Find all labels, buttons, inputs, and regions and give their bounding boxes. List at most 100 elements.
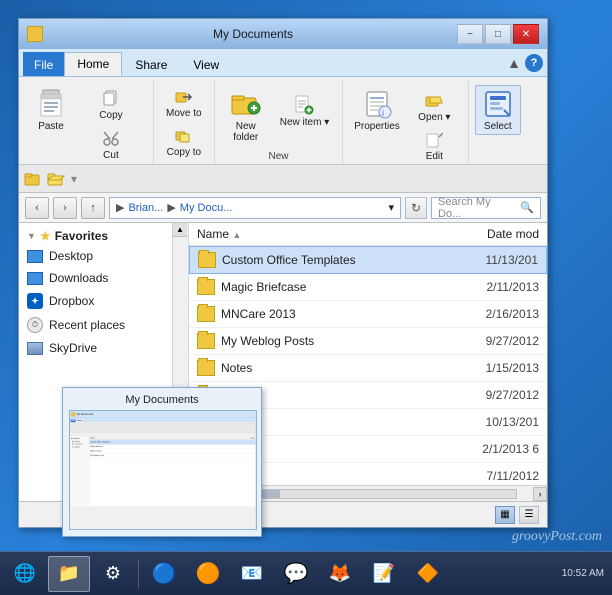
close-button[interactable]: ✕ — [513, 24, 539, 44]
nav-item-downloads[interactable]: Downloads — [19, 267, 172, 289]
tab-share[interactable]: Share — [122, 52, 180, 76]
skype-icon: 💬 — [284, 562, 308, 586]
window-controls: − □ ✕ — [457, 24, 539, 44]
tab-view[interactable]: View — [180, 52, 232, 76]
folder-open-icon[interactable] — [46, 169, 66, 189]
nav-item-downloads-label: Downloads — [49, 271, 108, 285]
watermark: groovyPost.com — [512, 529, 602, 545]
dropdown-arrow-icon[interactable]: ▾ — [69, 172, 79, 186]
nav-item-desktop[interactable]: Desktop — [19, 245, 172, 267]
taskbar-system-button[interactable]: ⚙ — [92, 556, 134, 592]
cut-button[interactable]: Cut — [75, 125, 147, 164]
new-item-button[interactable]: New item ▾ — [273, 89, 336, 133]
up-button[interactable]: ↑ — [81, 197, 105, 219]
taskbar-firefox-button[interactable]: 🦊 — [319, 556, 361, 592]
window-title: My Documents — [49, 27, 457, 41]
folder-icon — [198, 252, 216, 268]
copy-to-button[interactable]: Copy to — [160, 124, 208, 162]
ribbon-tabs: File Home Share View ▲ ? — [19, 49, 547, 77]
file-item[interactable]: MNCare 2013 2/16/2013 — [189, 301, 547, 328]
favorites-section[interactable]: ▼ ★ Favorites — [19, 223, 172, 245]
file-item[interactable]: Notes 1/15/2013 — [189, 355, 547, 382]
thumbnail-title: My Documents — [69, 394, 255, 406]
tab-file[interactable]: File — [23, 52, 64, 76]
copy-label: Copy — [99, 110, 122, 121]
file-item[interactable]: My Weblog Posts 9/27/2012 — [189, 328, 547, 355]
edit-label: Edit — [426, 151, 443, 162]
thumb-ribbon-content — [70, 422, 256, 433]
maximize-button[interactable]: □ — [485, 24, 511, 44]
file-item-name: My Weblog Posts — [221, 334, 453, 348]
column-name[interactable]: Name ▲ — [197, 227, 449, 241]
taskbar-vlc-button[interactable]: 🔶 — [407, 556, 449, 592]
tab-home[interactable]: Home — [64, 52, 122, 76]
nav-item-dropbox[interactable]: ✦ Dropbox — [19, 289, 172, 313]
properties-icon: i — [361, 88, 393, 120]
view-detail-button[interactable]: ▦ — [495, 506, 515, 524]
thumb-tab-file: File — [71, 419, 76, 422]
collapse-ribbon-icon[interactable]: ▲ — [507, 55, 521, 71]
taskbar-skype-button[interactable]: 💬 — [275, 556, 317, 592]
file-item[interactable]: Magic Briefcase 2/11/2013 — [189, 274, 547, 301]
paste-button[interactable]: Paste — [29, 85, 73, 135]
refresh-button[interactable]: ↻ — [405, 197, 427, 219]
copy-icon — [101, 88, 121, 108]
select-button[interactable]: Select — [475, 85, 521, 135]
nav-item-recent[interactable]: ⏱ Recent places — [19, 313, 172, 337]
nav-scroll-up-button[interactable]: ▲ — [173, 223, 187, 237]
file-item-date: 1/15/2013 — [459, 361, 539, 375]
properties-button[interactable]: i Properties — [349, 85, 405, 135]
thumb-col-date: Date — [251, 437, 255, 439]
column-date: Date mod — [449, 227, 539, 241]
copy-button[interactable]: Copy — [75, 85, 147, 124]
thumbnail-inner: My Documents File Home ★ Favorites ■ Des… — [70, 411, 256, 530]
explorer-icon: 📁 — [57, 562, 81, 586]
open-button[interactable]: Open ▾ — [407, 89, 462, 127]
file-item-date: 10/13/201 — [459, 415, 539, 429]
search-icon: 🔍 — [520, 201, 534, 214]
edit-button[interactable]: Edit — [407, 128, 462, 166]
tray-time: 10:52 AM — [562, 568, 604, 579]
file-item-date: 11/13/201 — [458, 253, 538, 267]
address-dropdown-icon[interactable]: ▾ — [388, 201, 394, 214]
ribbon: Paste Copy — [19, 77, 547, 165]
taskbar-app1-button[interactable]: 🟠 — [187, 556, 229, 592]
address-bar[interactable]: ▶ Brian... ▶ My Docu... ▾ — [109, 197, 401, 219]
thumb-tab-home: Home — [76, 419, 83, 422]
folder-desktop-icon — [27, 250, 43, 263]
select-label: Select — [484, 121, 512, 132]
ribbon-group-new: Newfolder New item ▾ — [215, 81, 343, 164]
taskbar-outlook-button[interactable]: 📧 — [231, 556, 273, 592]
view-list-button[interactable]: ☰ — [519, 506, 539, 524]
file-item-name: Notes — [221, 361, 453, 375]
desktop: My Documents − □ ✕ File Home Share View … — [0, 0, 612, 595]
taskbar-separator — [138, 559, 139, 589]
taskbar-ie-button[interactable]: 🌐 — [4, 556, 46, 592]
dropbox-icon: ✦ — [27, 293, 43, 309]
thumb-row3-name: My Weblog Posts — [90, 455, 104, 457]
thumb-nav-dropbox: ● Dropbox — [71, 446, 89, 449]
scroll-right-button[interactable]: › — [533, 487, 547, 501]
nav-item-skydrive[interactable]: SkyDrive — [19, 337, 172, 359]
window-icon — [27, 26, 43, 42]
file-item[interactable]: Custom Office Templates 11/13/201 — [189, 246, 547, 274]
taskbar-explorer-button[interactable]: 📁 — [48, 556, 90, 592]
folder-icon — [197, 306, 215, 322]
properties-label: Properties — [354, 121, 400, 132]
copy-to-label: Copy to — [167, 147, 201, 158]
nav-item-recent-label: Recent places — [49, 318, 125, 332]
minimize-button[interactable]: − — [457, 24, 483, 44]
help-button[interactable]: ? — [525, 54, 543, 72]
move-to-button[interactable]: Move to — [160, 85, 208, 123]
ribbon-group-clipboard: Paste Copy — [23, 81, 154, 164]
new-folder-icon — [230, 88, 262, 120]
taskbar-word-button[interactable]: 📝 — [363, 556, 405, 592]
taskbar-chrome-button[interactable]: 🔵 — [143, 556, 185, 592]
thumb-row-selected-name: Custom Office Templates — [90, 441, 109, 443]
new-folder-button[interactable]: Newfolder — [221, 85, 271, 146]
search-box[interactable]: Search My Do... 🔍 — [431, 197, 541, 219]
thumb-col-name: Name — [90, 437, 95, 439]
forward-button[interactable]: › — [53, 197, 77, 219]
back-button[interactable]: ‹ — [25, 197, 49, 219]
select-group-label — [475, 150, 521, 162]
